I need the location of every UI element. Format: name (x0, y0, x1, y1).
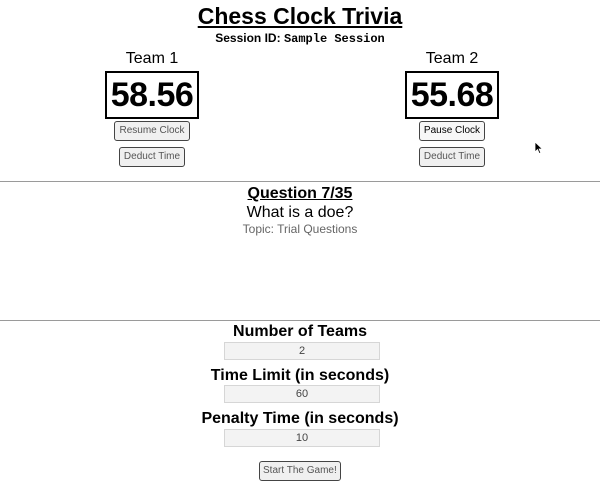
penalty-time-input[interactable] (224, 429, 380, 447)
question-number: Question 7/35 (247, 185, 353, 202)
team-2-deduct-time-button[interactable]: Deduct Time (418, 147, 486, 167)
team-2-panel: Team 2 55.68 Pause Clock Deduct Time (382, 49, 522, 167)
team-1-panel: Team 1 58.56 Resume Clock Deduct Time (82, 49, 222, 167)
chess-clock-page: Chess Clock Trivia Session ID: Sample Se… (0, 0, 600, 489)
question-topic: Topic: Trial Questions (242, 222, 358, 236)
session-line: Session ID: Sample Session (0, 30, 600, 47)
session-label: Session ID: (215, 31, 281, 45)
number-of-teams-input[interactable] (224, 342, 380, 360)
app-title: Chess Clock Trivia (197, 3, 403, 29)
team-2-name: Team 2 (425, 50, 479, 67)
team-1-deduct-time-button[interactable]: Deduct Time (118, 147, 186, 167)
start-game-button[interactable]: Start The Game! (259, 461, 341, 481)
session-id: Sample Session (283, 32, 385, 46)
team-1-clock: 58.56 (104, 71, 200, 119)
team-1-name: Team 1 (125, 50, 179, 67)
section-divider-top (0, 181, 600, 182)
team-2-pause-clock-button[interactable]: Pause Clock (418, 121, 486, 141)
number-of-teams-label: Number of Teams (233, 323, 367, 340)
section-divider-bottom (0, 320, 600, 321)
question-text: What is a doe? (246, 204, 354, 221)
time-limit-label: Time Limit (in seconds) (210, 367, 390, 384)
team-1-resume-clock-button[interactable]: Resume Clock (114, 121, 190, 141)
team-2-clock: 55.68 (404, 71, 500, 119)
mouse-pointer-icon (534, 141, 544, 155)
time-limit-input[interactable] (224, 385, 380, 403)
penalty-time-label: Penalty Time (in seconds) (201, 410, 399, 427)
